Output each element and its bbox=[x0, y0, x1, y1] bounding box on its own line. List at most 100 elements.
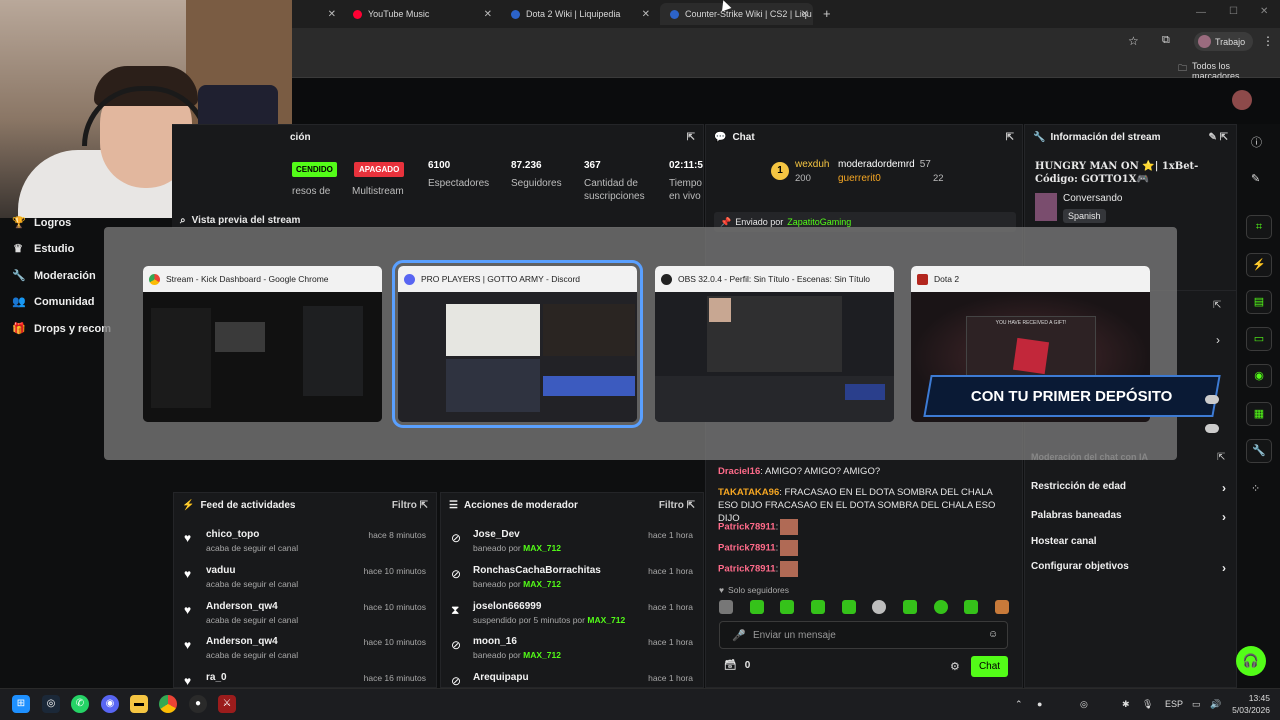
leader-2[interactable]: moderadordemrd 57 bbox=[838, 159, 931, 170]
popout-icon[interactable]: ⇱ bbox=[1213, 300, 1221, 311]
maximize-icon[interactable]: ☐ bbox=[1229, 6, 1238, 17]
tray-app-icon[interactable]: ● bbox=[1037, 699, 1042, 709]
switcher-window-discord[interactable]: PRO PLAYERS | GOTTO ARMY - Discord bbox=[392, 260, 643, 428]
rail-document-icon[interactable]: ▤ bbox=[1246, 290, 1272, 314]
emoji-picker-icon[interactable]: ☺ bbox=[988, 629, 998, 640]
switcher-window-obs[interactable]: OBS 32.0.4 - Perfil: Sin Título - Escena… bbox=[655, 266, 894, 422]
tray-steam-icon[interactable]: ◎ bbox=[1080, 699, 1088, 710]
emote-icon[interactable] bbox=[872, 600, 887, 614]
popout-icon[interactable]: ⇱ bbox=[687, 132, 695, 143]
external-link-icon[interactable]: ⇱ bbox=[1217, 452, 1225, 463]
edit-icon[interactable]: ✎ ⇱ bbox=[1208, 132, 1228, 143]
chrome-taskbar-icon[interactable] bbox=[159, 695, 177, 713]
discord-taskbar-icon[interactable]: ◉ bbox=[101, 695, 119, 713]
link-age-restriction[interactable]: Restricción de edad › bbox=[1031, 481, 1226, 495]
mod-action-row[interactable]: ⊘ RonchasCachaBorrachitas baneado por MAX_… bbox=[441, 563, 703, 599]
rail-chat-icon[interactable]: ▭ bbox=[1246, 327, 1272, 351]
file-explorer-icon[interactable]: ▬ bbox=[130, 695, 148, 713]
sidebar-item-comunidad[interactable]: 👥 Comunidad bbox=[12, 295, 95, 309]
close-tab-icon[interactable]: ✕ bbox=[642, 9, 650, 20]
pinned-user[interactable]: ZapatitoGaming bbox=[787, 217, 851, 227]
microphone-icon[interactable]: 🎤 bbox=[732, 629, 746, 642]
emote-icon[interactable] bbox=[933, 600, 948, 614]
extensions-icon[interactable]: ⧉ bbox=[1162, 34, 1170, 47]
tray-expand-icon[interactable]: ⌃ bbox=[1015, 699, 1023, 710]
emote-icon[interactable] bbox=[780, 600, 795, 614]
emote-icon[interactable] bbox=[841, 600, 856, 614]
chat-popout-icon[interactable]: ⇱ bbox=[1006, 132, 1014, 143]
tab-youtube-music[interactable]: YouTube Music ✕ bbox=[343, 3, 496, 25]
link-host-channel[interactable]: Hostear canal bbox=[1031, 536, 1226, 547]
leader-3-name[interactable]: guerrerit0 bbox=[838, 173, 881, 184]
new-tab-icon[interactable]: + bbox=[823, 6, 831, 21]
sidebar-item-logros[interactable]: 🏆 Logros bbox=[12, 216, 71, 230]
chevron-right-icon[interactable]: › bbox=[1216, 333, 1220, 347]
mod-action-row[interactable]: ⧗ joselon666999 suspendido por 5 minutos p… bbox=[441, 599, 703, 635]
mod-action-row[interactable]: ⊘ Arequipapu hace 1 hora bbox=[441, 670, 703, 687]
activity-row[interactable]: ♥ chico_topo acaba de seguir el canal hace … bbox=[174, 527, 436, 563]
tab-dota2-wiki[interactable]: Dota 2 Wiki | Liquipedia ✕ bbox=[501, 3, 654, 25]
input-language[interactable]: ESP bbox=[1165, 699, 1183, 709]
rail-lightning-icon[interactable]: ⚡ bbox=[1246, 253, 1272, 277]
toggle-switch[interactable] bbox=[1205, 395, 1219, 404]
browser-menu-icon[interactable]: ⋮ bbox=[1262, 34, 1274, 48]
channel-points[interactable]: 🗃 0 bbox=[724, 660, 750, 671]
emote-icon[interactable] bbox=[719, 600, 733, 614]
steam-icon[interactable]: ◎ bbox=[42, 695, 60, 713]
rail-crop-icon[interactable]: ⌗ bbox=[1246, 215, 1272, 239]
activity-row[interactable]: ♥ Anderson_qw4 acaba de seguir el canal hac… bbox=[174, 634, 436, 670]
leader-1-name[interactable]: wexduh bbox=[795, 159, 829, 170]
mod-filter-button[interactable]: Filtro ⇱ bbox=[659, 500, 695, 511]
emote-icon[interactable] bbox=[964, 600, 979, 614]
toggle-switch[interactable] bbox=[1205, 424, 1219, 433]
sidebar-item-estudio[interactable]: ♛ Estudio bbox=[12, 242, 74, 256]
emote-icon[interactable] bbox=[902, 600, 917, 614]
user-avatar[interactable] bbox=[1232, 90, 1252, 110]
monitor-icon[interactable]: ▭ bbox=[1192, 699, 1201, 710]
emote-icon[interactable] bbox=[810, 600, 825, 614]
emote-icon[interactable] bbox=[994, 600, 1009, 614]
activity-row[interactable]: ♥ ra_0 hace 16 minutos bbox=[174, 670, 436, 687]
mod-action-row[interactable]: ⊘ Jose_Dev baneado por MAX_712 hace 1 hora bbox=[441, 527, 703, 563]
close-tab-icon[interactable]: ✕ bbox=[328, 9, 336, 20]
support-headset-icon[interactable]: 🎧 bbox=[1236, 646, 1266, 676]
activity-row[interactable]: ♥ Anderson_qw4 acaba de seguir el canal hac… bbox=[174, 599, 436, 635]
volume-icon[interactable]: 🔊 bbox=[1210, 699, 1221, 710]
activity-row[interactable]: ♥ vaduu acaba de seguir el canal hace 10 mi… bbox=[174, 563, 436, 599]
activity-filter-button[interactable]: Filtro ⇱ bbox=[392, 500, 428, 511]
chat-input[interactable]: 🎤 Enviar un mensaje ☺ bbox=[719, 621, 1008, 649]
pencil-icon[interactable]: ✎ bbox=[1251, 172, 1260, 185]
stream-category[interactable]: Conversando bbox=[1063, 193, 1122, 204]
tab-counter-strike-wiki[interactable]: Counter-Strike Wiki | CS2 | Liqu ✕ bbox=[660, 3, 813, 25]
switcher-window-chrome[interactable]: Stream - Kick Dashboard - Google Chrome bbox=[143, 266, 382, 422]
rail-wrench-icon[interactable]: 🔧 bbox=[1246, 439, 1272, 463]
dota2-taskbar-icon[interactable]: ⚔ bbox=[218, 695, 236, 713]
link-configure-goals[interactable]: Configurar objetivos › bbox=[1031, 561, 1226, 575]
start-icon[interactable]: ⊞ bbox=[12, 695, 30, 713]
info-circle-icon[interactable]: ⓘ bbox=[1251, 134, 1262, 150]
chat-settings-icon[interactable]: ⚙ bbox=[950, 660, 960, 673]
close-window-icon[interactable]: ✕ bbox=[1260, 6, 1268, 17]
multistream-off-badge[interactable]: APAGADO bbox=[354, 162, 405, 177]
whatsapp-icon[interactable]: ✆ bbox=[71, 695, 89, 713]
bluetooth-icon[interactable]: ✱ bbox=[1122, 699, 1130, 710]
live-status-badge[interactable]: CENDIDO bbox=[292, 162, 337, 177]
sidebar-item-drops[interactable]: 🎁 Drops y recom bbox=[12, 322, 111, 336]
emote-icon[interactable] bbox=[749, 600, 764, 614]
send-chat-button[interactable]: Chat bbox=[971, 656, 1008, 677]
clock[interactable]: 13:45 5/03/2026 bbox=[1226, 692, 1270, 716]
rail-broadcast-icon[interactable]: ◉ bbox=[1246, 364, 1272, 388]
link-banned-words[interactable]: Palabras baneadas › bbox=[1031, 510, 1226, 524]
close-tab-icon[interactable]: ✕ bbox=[484, 9, 492, 20]
profile-chip[interactable]: Trabajo bbox=[1194, 32, 1254, 51]
apps-icon[interactable]: ⁘ bbox=[1251, 482, 1260, 495]
microphone-tray-icon[interactable]: 🎙 bbox=[1142, 699, 1153, 710]
tab-previous[interactable]: ✕ bbox=[300, 3, 340, 25]
rail-archive-icon[interactable]: ▦ bbox=[1246, 402, 1272, 426]
obs-taskbar-icon[interactable]: ● bbox=[189, 695, 207, 713]
mod-action-row[interactable]: ⊘ moon_16 baneado por MAX_712 hace 1 hora bbox=[441, 634, 703, 670]
sidebar-item-moderacion[interactable]: 🔧 Moderación bbox=[12, 269, 96, 283]
bookmark-star-icon[interactable]: ☆ bbox=[1128, 34, 1139, 48]
minimize-icon[interactable]: — bbox=[1196, 7, 1206, 18]
close-tab-icon[interactable]: ✕ bbox=[801, 9, 809, 20]
